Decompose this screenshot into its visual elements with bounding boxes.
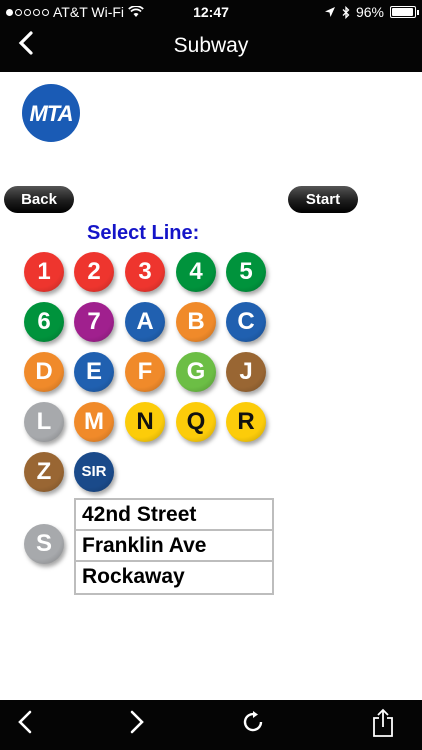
line-button-4[interactable]: 4 — [176, 252, 216, 292]
line-button-5[interactable]: 5 — [226, 252, 266, 292]
mta-logo: MTA — [22, 84, 80, 142]
line-button-e[interactable]: E — [74, 352, 114, 392]
line-button-j[interactable]: J — [226, 352, 266, 392]
shuttle-branch-rockaway[interactable]: Rockaway — [76, 562, 272, 593]
line-button-c[interactable]: C — [226, 302, 266, 342]
battery-percent: 96% — [355, 4, 384, 20]
location-arrow-icon — [324, 7, 335, 17]
line-button-6[interactable]: 6 — [24, 302, 64, 342]
select-line-heading: Select Line: — [87, 222, 200, 244]
chevron-left-icon — [18, 710, 32, 734]
nav-bar: Subway — [0, 24, 422, 72]
line-button-1[interactable]: 1 — [24, 252, 64, 292]
line-button-f[interactable]: F — [125, 352, 165, 392]
line-button-2[interactable]: 2 — [74, 252, 114, 292]
shuttle-branch-42nd-street[interactable]: 42nd Street — [76, 500, 272, 531]
shuttle-branch-franklin-ave[interactable]: Franklin Ave — [76, 531, 272, 562]
status-bar: AT&T Wi-Fi 12:47 96% — [0, 0, 422, 24]
line-button-sir[interactable]: SIR — [74, 452, 114, 492]
bluetooth-icon — [342, 5, 350, 19]
line-button-m[interactable]: M — [74, 402, 114, 442]
toolbar-reload-button[interactable] — [236, 708, 270, 742]
line-button-n[interactable]: N — [125, 402, 165, 442]
top-bar: AT&T Wi-Fi 12:47 96% Subway — [0, 0, 422, 72]
line-button-3[interactable]: 3 — [125, 252, 165, 292]
line-button-g[interactable]: G — [176, 352, 216, 392]
line-button-b[interactable]: B — [176, 302, 216, 342]
shuttle-branch-list: 42nd Street Franklin Ave Rockaway — [74, 498, 274, 595]
line-button-s[interactable]: S — [24, 524, 64, 564]
line-button-d[interactable]: D — [24, 352, 64, 392]
line-button-a[interactable]: A — [125, 302, 165, 342]
back-button[interactable]: Back — [4, 186, 74, 213]
start-button[interactable]: Start — [288, 186, 358, 213]
chevron-right-icon — [130, 710, 144, 734]
line-button-7[interactable]: 7 — [74, 302, 114, 342]
page-title: Subway — [173, 34, 249, 57]
toolbar-share-button[interactable] — [366, 708, 400, 742]
line-button-r[interactable]: R — [226, 402, 266, 442]
line-button-z[interactable]: Z — [24, 452, 64, 492]
battery-icon — [390, 6, 419, 18]
browser-toolbar — [0, 700, 422, 750]
reload-icon — [243, 711, 263, 732]
share-icon — [373, 708, 393, 737]
line-button-l[interactable]: L — [24, 402, 64, 442]
toolbar-back-button[interactable] — [8, 708, 42, 742]
toolbar-forward-button[interactable] — [120, 708, 154, 742]
line-button-q[interactable]: Q — [176, 402, 216, 442]
